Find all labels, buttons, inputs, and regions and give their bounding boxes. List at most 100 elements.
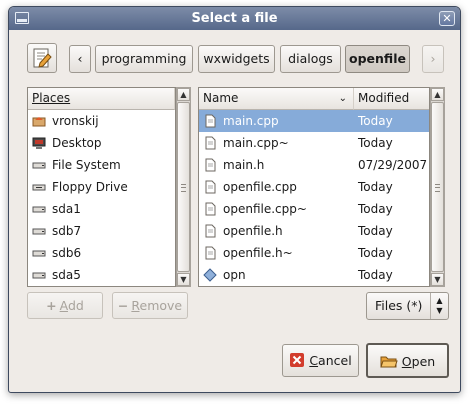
add-label: dd [67,298,84,313]
filter-selected-value: Files (*) [375,298,423,313]
file-row-main-cpp[interactable]: main.cpp Today [199,110,429,132]
places-list[interactable]: Places vronskij Desktop File System Flop… [27,87,176,287]
file-modified: Today [358,114,393,128]
scroll-down-arrow-icon[interactable]: ▼ [177,273,190,286]
document-icon [205,224,216,238]
files-scrollbar[interactable]: ▲ ▼ [430,87,445,287]
name-column-header[interactable]: Name ⌄ [199,88,354,110]
scroll-down-arrow-icon[interactable]: ▼ [431,273,444,286]
file-modified: 07/29/2007 [358,158,428,172]
document-icon [205,202,216,216]
path-crumb-wxwidgets[interactable]: wxwidgets [198,45,275,73]
close-window-button[interactable]: ✕ [439,11,455,26]
file-dialog-window: Select a file ✕ ‹ programming wxwidgets … [8,6,461,393]
file-name: openfile.cpp [223,180,297,194]
add-bookmark-button[interactable]: + Add [27,292,103,319]
file-type-filter-select[interactable]: Files (*) ▲ ▼ [366,292,449,320]
cancel-label: ancel [318,353,352,368]
document-icon [205,158,216,172]
file-row-openfile-h[interactable]: openfile.h Today [199,220,429,242]
file-row-main-h[interactable]: main.h 07/29/2007 [199,154,429,176]
cancel-icon [290,353,305,367]
add-icon: + [46,298,57,313]
grip-icon [435,184,440,192]
drive-icon [32,250,46,257]
document-icon [205,246,216,260]
places-scrollbar[interactable]: ▲ ▼ [176,87,191,287]
window-title: Select a file [191,11,278,26]
places-item-label: Desktop [52,136,102,150]
file-row-opn[interactable]: opn Today [199,264,429,286]
places-item-sda5[interactable]: sda5 [28,264,175,286]
home-folder-icon [32,117,46,127]
file-row-openfile-cpp[interactable]: openfile.cpp Today [199,176,429,198]
file-name: opn [223,268,246,282]
cancel-button[interactable]: Cancel [282,344,359,377]
file-modified: Today [358,268,393,282]
edit-location-icon [33,48,52,68]
file-row-openfile-cpp-backup[interactable]: openfile.cpp~ Today [199,198,429,220]
remove-icon: − [117,298,129,313]
add-mnemonic: A [59,298,68,313]
remove-label: emove [139,298,183,313]
drive-icon [32,272,46,279]
open-button[interactable]: Open [366,343,449,378]
places-item-label: sda5 [52,268,81,282]
name-column-label: Name [203,91,239,105]
document-icon [205,114,216,128]
files-scroll-thumb[interactable] [431,102,444,272]
desktop-icon [32,137,46,149]
file-name: main.cpp~ [223,136,289,150]
file-row-openfile-h-backup[interactable]: openfile.h~ Today [199,242,429,264]
open-folder-icon [380,356,398,368]
file-name: openfile.h~ [223,246,293,260]
scroll-up-arrow-icon[interactable]: ▲ [431,88,444,101]
file-list[interactable]: Name ⌄ Modified main.cpp Today main.cpp~… [198,87,430,287]
open-mnemonic: O [401,354,412,369]
places-scroll-thumb[interactable] [177,102,190,272]
path-crumb-dialogs[interactable]: dialogs [280,45,341,73]
places-item-label: sda1 [52,202,81,216]
file-row-main-cpp-backup[interactable]: main.cpp~ Today [199,132,429,154]
cancel-mnemonic: C [309,353,319,368]
places-item-sdb7[interactable]: sdb7 [28,220,175,242]
open-label: pen [411,354,436,369]
drive-icon [32,162,46,169]
scroll-up-arrow-icon[interactable]: ▲ [177,88,190,101]
places-item-file-system[interactable]: File System [28,154,175,176]
places-header-label: Places [32,91,71,105]
places-item-label: vronskij [52,114,99,128]
places-item-sda1[interactable]: sda1 [28,198,175,220]
modified-column-label: Modified [358,91,410,105]
drive-icon [32,228,46,235]
modified-column-header[interactable]: Modified [354,88,429,110]
executable-icon [203,268,217,282]
file-modified: Today [358,180,393,194]
file-modified: Today [358,246,393,260]
path-crumb-programming[interactable]: programming [95,45,193,73]
places-item-label: sdb7 [52,224,82,238]
file-modified: Today [358,202,393,216]
places-item-label: Floppy Drive [52,180,128,194]
file-modified: Today [358,224,393,238]
places-item-floppy-drive[interactable]: Floppy Drive [28,176,175,198]
places-item-desktop[interactable]: Desktop [28,132,175,154]
remove-bookmark-button[interactable]: − Remove [112,292,188,319]
drive-icon [32,206,46,213]
file-name: main.cpp [223,114,279,128]
type-location-button[interactable] [27,43,57,73]
path-scroll-right-button[interactable]: › [422,45,444,73]
path-crumb-openfile[interactable]: openfile [345,45,410,73]
grip-icon [181,184,186,192]
file-name: openfile.cpp~ [223,202,307,216]
document-icon [205,180,216,194]
sort-descending-icon: ⌄ [338,93,347,104]
places-header[interactable]: Places [28,88,175,110]
file-modified: Today [358,136,393,150]
path-scroll-left-button[interactable]: ‹ [69,45,91,73]
places-item-vronskij[interactable]: vronskij [28,110,175,132]
places-item-label: sdb6 [52,246,82,260]
places-item-sdb6[interactable]: sdb6 [28,242,175,264]
title-bar[interactable]: Select a file ✕ [9,7,460,30]
file-name: openfile.h [223,224,283,238]
